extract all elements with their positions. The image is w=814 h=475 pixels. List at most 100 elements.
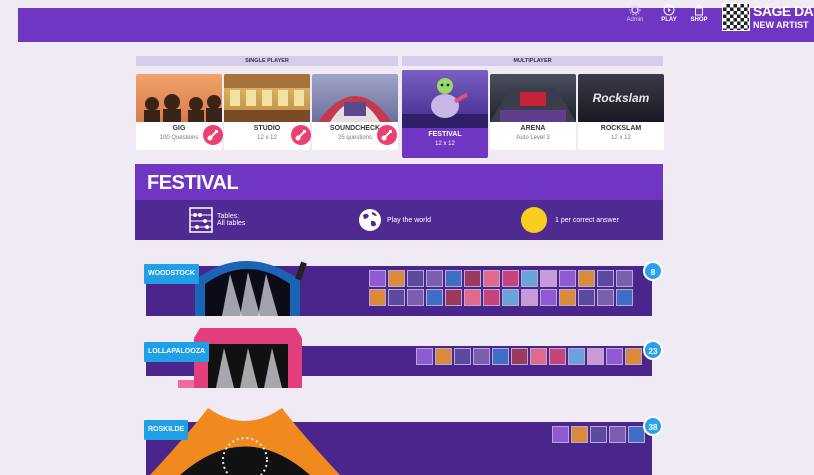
profile-rank: NEW ARTIST	[753, 20, 809, 30]
studio-thumbnail	[224, 74, 310, 122]
soundcheck-edit-button[interactable]	[377, 125, 397, 145]
gig-edit-button[interactable]	[203, 125, 223, 145]
shop-label: SHOP	[690, 17, 708, 23]
gig-thumbnail	[136, 74, 222, 122]
page-title: FESTIVAL	[147, 172, 239, 194]
avatar-tile[interactable]	[597, 270, 614, 287]
avatar-tile[interactable]	[454, 348, 471, 365]
profile-name[interactable]: SAGE DA	[753, 3, 814, 19]
tables-setting[interactable]: Tables: All tables	[189, 200, 245, 240]
admin-nav-button[interactable]: Admin	[622, 4, 648, 23]
rockslam-logo-text: Rockslam	[593, 91, 650, 105]
avatar-tile[interactable]	[445, 270, 462, 287]
guitar-icon	[381, 130, 392, 141]
avatar-tile[interactable]	[483, 289, 500, 306]
abacus-icon	[189, 207, 213, 233]
mode-subtitle: Auto Level 3	[516, 135, 550, 141]
coin-reward-info: 1 per correct answer	[521, 200, 619, 240]
avatar-tile[interactable]	[492, 348, 509, 365]
globe-icon	[359, 209, 381, 231]
avatar[interactable]	[722, 3, 750, 31]
play-world-setting[interactable]: Play the world	[357, 200, 431, 240]
avatar-tile[interactable]	[502, 289, 519, 306]
arena-thumbnail	[490, 74, 576, 122]
play-nav-button[interactable]: PLAY	[656, 4, 682, 23]
avatar-tile[interactable]	[388, 270, 405, 287]
mode-title: ROCKSLAM	[600, 125, 642, 132]
coin-icon	[521, 207, 547, 233]
avatar-tile[interactable]	[445, 289, 462, 306]
play-label: PLAY	[661, 17, 677, 23]
avatar-tile[interactable]	[473, 348, 490, 365]
avatar-tile[interactable]	[552, 426, 569, 443]
avatar-tile[interactable]	[464, 289, 481, 306]
shop-nav-button[interactable]: SHOP	[686, 4, 712, 23]
avatar-tile[interactable]	[426, 289, 443, 306]
avatar-tile[interactable]	[435, 348, 452, 365]
avatar-tile[interactable]	[540, 270, 557, 287]
avatar-tile[interactable]	[616, 270, 633, 287]
rockslam-thumbnail: Rockslam	[578, 74, 664, 122]
avatar-tile[interactable]	[530, 348, 547, 365]
avatar-tile[interactable]	[549, 348, 566, 365]
mode-title: FESTIVAL	[428, 131, 462, 138]
guitar-icon	[207, 130, 218, 141]
lollapalooza-count-badge: 23	[643, 340, 663, 360]
avatar-tile[interactable]	[416, 348, 433, 365]
play-icon	[663, 4, 675, 16]
avatar-tile[interactable]	[464, 270, 481, 287]
avatar-tile[interactable]	[616, 289, 633, 306]
guitar-icon	[295, 130, 306, 141]
avatar-tile[interactable]	[606, 348, 623, 365]
mode-card-arena[interactable]: ARENA Auto Level 3	[490, 74, 576, 150]
tables-label: Tables:	[217, 213, 240, 220]
festival-header: FESTIVAL	[135, 164, 663, 200]
mode-subtitle: 12 x 12	[435, 141, 455, 147]
avatar-tile[interactable]	[590, 426, 607, 443]
avatar-tile[interactable]	[559, 289, 576, 306]
avatar-tile[interactable]	[571, 426, 588, 443]
coin-label: 1 per correct answer	[555, 216, 619, 224]
avatar-tile[interactable]	[625, 348, 642, 365]
mode-subtitle: 12 x 12	[611, 135, 631, 141]
studio-edit-button[interactable]	[291, 125, 311, 145]
avatar-tile[interactable]	[578, 289, 595, 306]
avatar-tile[interactable]	[483, 270, 500, 287]
tables-value: All tables	[217, 220, 246, 227]
avatar-tile[interactable]	[587, 348, 604, 365]
avatar-tile[interactable]	[369, 289, 386, 306]
single-player-label: SINGLE PLAYER	[136, 56, 398, 66]
avatar-tile[interactable]	[609, 426, 626, 443]
avatar-tile[interactable]	[521, 289, 538, 306]
row-label-lollapalooza: LOLLAPALOOZA	[144, 342, 210, 362]
avatar-tile[interactable]	[521, 270, 538, 287]
avatar-tile[interactable]	[407, 270, 424, 287]
avatar-tile[interactable]	[578, 270, 595, 287]
gear-icon	[629, 4, 641, 16]
avatar-tile[interactable]	[369, 270, 386, 287]
festival-info-bar: Tables: All tables Play the world 1 per …	[135, 200, 663, 240]
woodstock-count-badge: 8	[643, 261, 663, 281]
row-label-roskilde: ROSKILDE	[144, 420, 189, 440]
mode-title: ARENA	[520, 125, 546, 132]
row-label-woodstock: WOODSTOCK	[144, 264, 199, 284]
avatar-tile[interactable]	[540, 289, 557, 306]
woodstock-stage-image	[195, 261, 307, 316]
shopping-bag-icon	[695, 5, 703, 16]
avatar-tile[interactable]	[559, 270, 576, 287]
multiplayer-label: MULTIPLAYER	[402, 56, 663, 66]
mode-card-rockslam[interactable]: Rockslam ROCKSLAM 12 x 12	[578, 74, 664, 150]
avatar-tile[interactable]	[502, 270, 519, 287]
mode-card-festival[interactable]: FESTIVAL 12 x 12	[402, 70, 488, 158]
avatar-tile[interactable]	[426, 270, 443, 287]
avatar-tile[interactable]	[388, 289, 405, 306]
festival-thumbnail	[402, 70, 488, 128]
world-label: Play the world	[387, 216, 431, 224]
avatar-tile[interactable]	[511, 348, 528, 365]
roskilde-count-badge: 38	[643, 416, 663, 436]
admin-label: Admin	[626, 17, 644, 23]
avatar-tile[interactable]	[407, 289, 424, 306]
avatar-tile[interactable]	[597, 289, 614, 306]
avatar-tile[interactable]	[568, 348, 585, 365]
soundcheck-thumbnail	[312, 74, 398, 122]
